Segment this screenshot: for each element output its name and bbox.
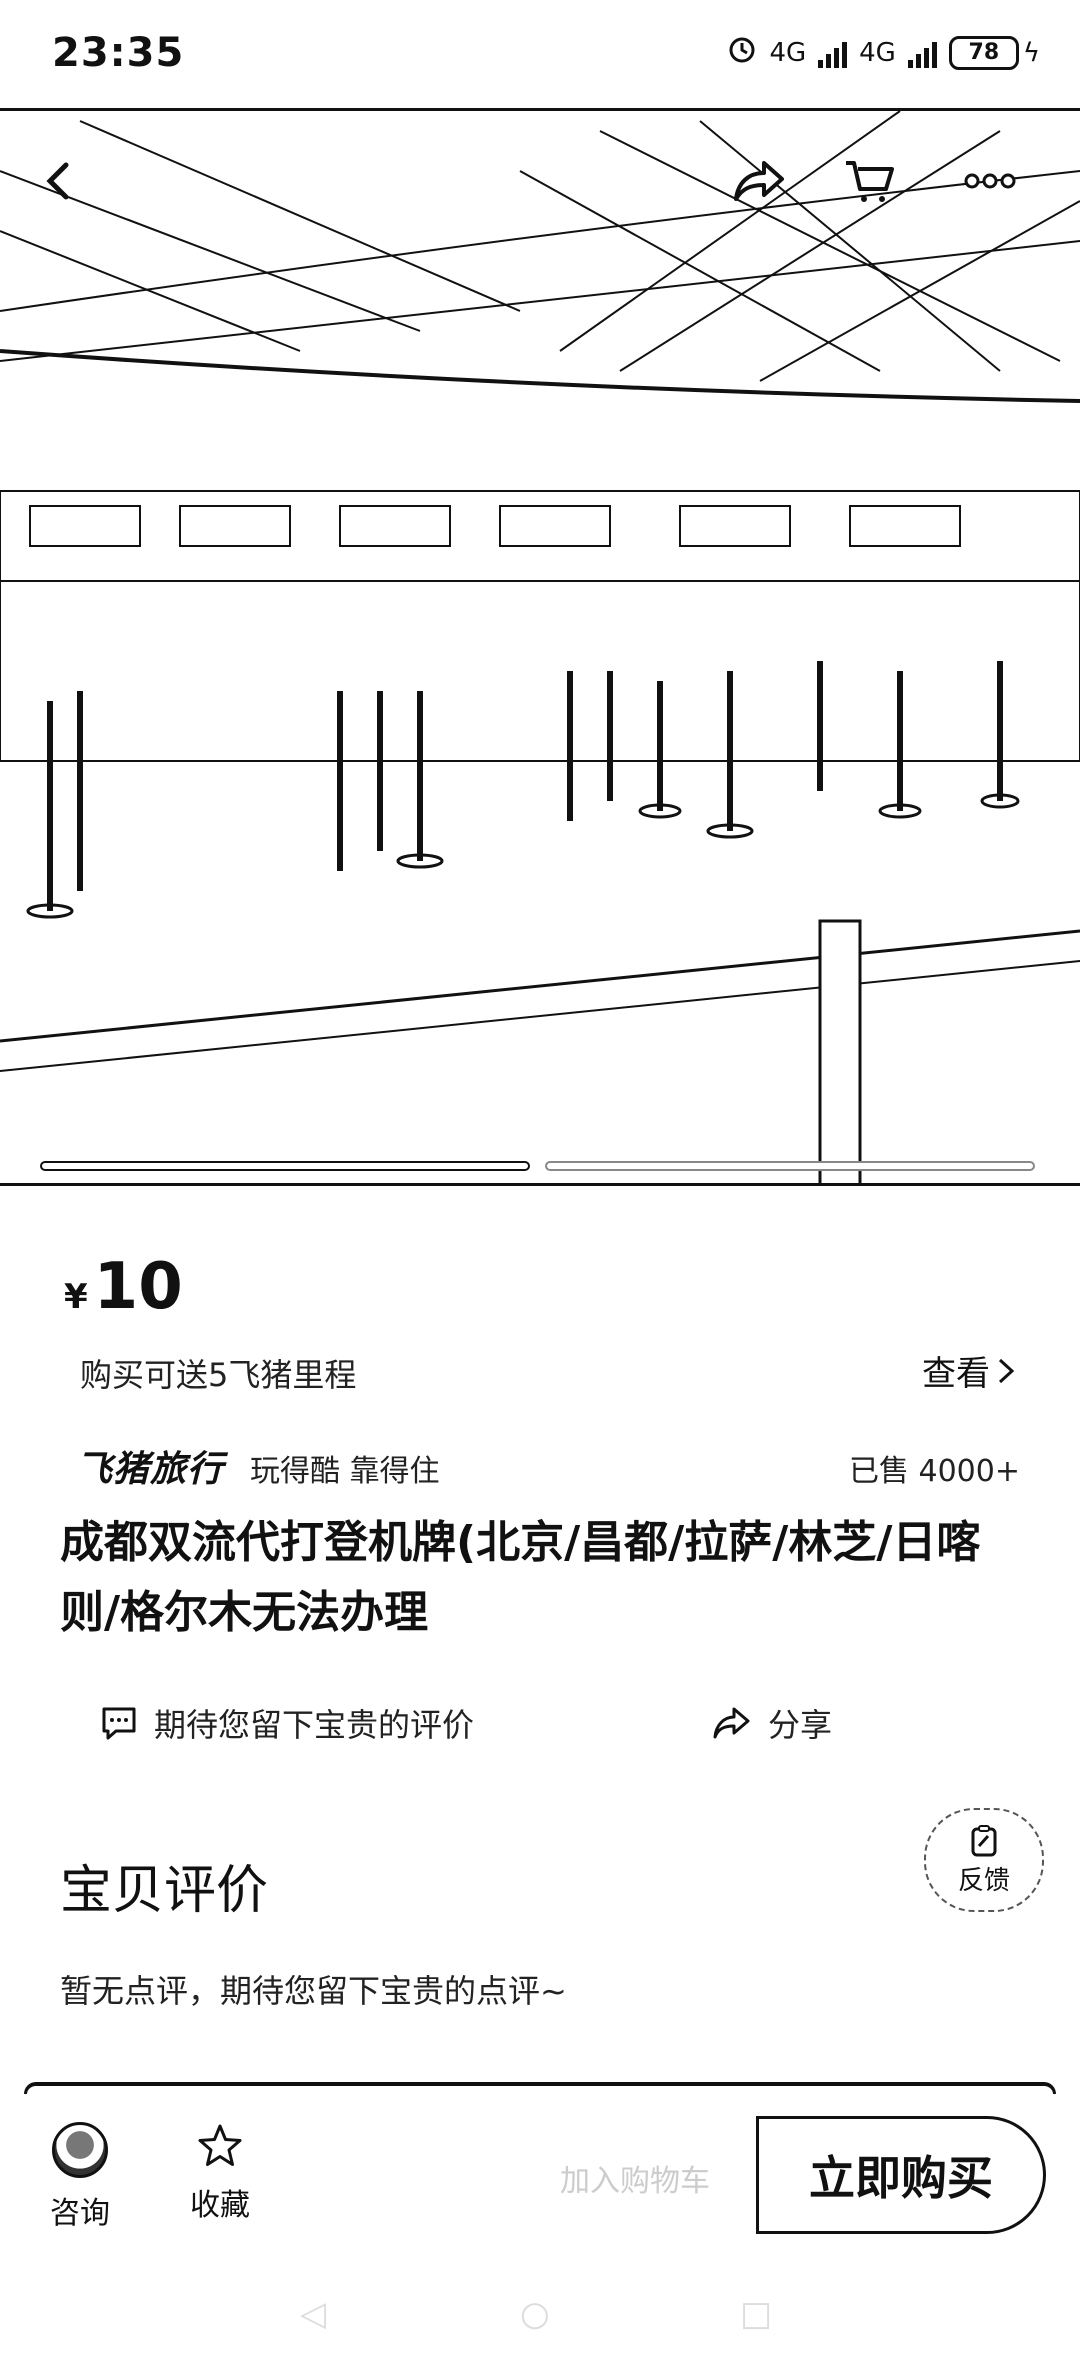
share-icon	[734, 161, 784, 201]
consult-label: 咨询	[50, 2196, 110, 2231]
battery-icon: 78 ϟ	[948, 35, 1040, 70]
no-reviews-text: 暂无点评，期待您留下宝贵的点评~	[60, 1972, 567, 2010]
status-time: 23:35	[52, 30, 185, 76]
currency-symbol: ¥	[64, 1277, 88, 1317]
avatar	[52, 2122, 108, 2178]
brand-logo: 飞猪旅行	[76, 1449, 225, 1490]
cart-icon	[846, 161, 894, 202]
add-to-cart-button[interactable]: 加入购物车	[560, 2156, 710, 2200]
reviews-section-title: 宝贝评价	[60, 1861, 269, 1921]
comment-icon	[102, 1707, 136, 1740]
network-label-2: 4G	[859, 37, 896, 68]
view-miles-link[interactable]: 查看	[922, 1346, 1016, 1395]
feedback-button[interactable]: 反馈	[924, 1808, 1044, 1912]
back-arrow-icon	[46, 162, 69, 200]
cart-button[interactable]	[830, 141, 910, 221]
action-row: 期待您留下宝贵的评价 分享	[100, 1700, 980, 1760]
brand-slogan: 玩得酷 靠得住	[250, 1454, 440, 1489]
battery-level: 78	[948, 35, 1019, 70]
back-button[interactable]	[20, 141, 100, 221]
nav-back-icon[interactable]: ◁	[300, 2294, 326, 2334]
price-value: 10	[93, 1250, 183, 1324]
miles-reward-text: 购买可送5飞猪里程	[80, 1356, 357, 1394]
favorite-button[interactable]: 收藏	[190, 2122, 250, 2224]
next-section-edge	[24, 2082, 1056, 2094]
network-label: 4G	[769, 37, 807, 68]
carousel-indicator-active	[40, 1161, 530, 1171]
review-prompt-label: 期待您留下宝贵的评价	[154, 1706, 475, 1744]
feedback-label: 反馈	[957, 1865, 1010, 1896]
favorite-label: 收藏	[190, 2188, 250, 2223]
more-icon	[964, 173, 1016, 189]
share-icon	[713, 1707, 750, 1739]
brand-row: 飞猪旅行 玩得酷 靠得住	[76, 1440, 440, 1492]
consult-button[interactable]: 咨询	[50, 2122, 110, 2232]
charging-icon: ϟ	[1022, 37, 1040, 68]
status-bar: 23:35 4G 4G 78 ϟ	[0, 0, 1080, 108]
bottom-action-bar: 咨询 收藏 加入购物车 立即购买	[0, 2094, 1080, 2244]
airport-photo	[0, 111, 1080, 1183]
chevron-right-icon	[998, 1358, 1015, 1383]
view-label: 查看	[922, 1354, 990, 1394]
share-button[interactable]: 分享	[712, 1700, 832, 1746]
alarm-icon	[727, 34, 757, 71]
signal-icon	[818, 38, 848, 68]
product-image-carousel[interactable]	[0, 108, 1080, 1186]
system-nav-bar: ◁ ○ □	[0, 2244, 1080, 2375]
feedback-icon	[971, 1824, 997, 1856]
nav-home-icon[interactable]: ○	[520, 2294, 550, 2334]
share-top-button[interactable]	[720, 141, 800, 221]
star-icon	[198, 2124, 242, 2166]
sold-count: 已售 4000+	[848, 1454, 1020, 1489]
price: ¥ 10	[64, 1250, 183, 1324]
more-button[interactable]	[950, 141, 1030, 221]
status-icons: 4G 4G 78 ϟ	[727, 34, 1040, 71]
review-prompt-button[interactable]: 期待您留下宝贵的评价	[100, 1700, 474, 1746]
share-label: 分享	[768, 1706, 833, 1744]
carousel-indicator	[545, 1161, 1035, 1171]
product-title: 成都双流代打登机牌(北京/昌都/拉萨/林芝/日喀则/格尔木无法办理	[60, 1517, 981, 1638]
buy-now-button[interactable]: 立即购买	[756, 2116, 1046, 2234]
signal-icon-2	[907, 38, 937, 68]
nav-recents-icon[interactable]: □	[740, 2294, 772, 2334]
